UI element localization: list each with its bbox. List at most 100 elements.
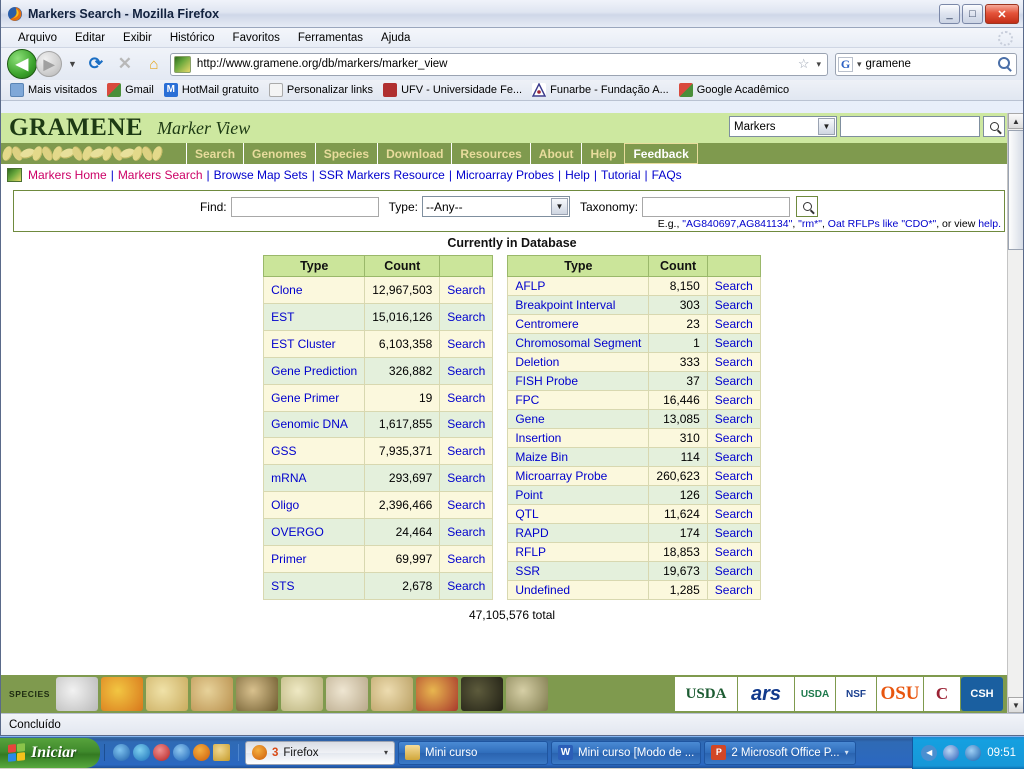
cell-action[interactable]: Search [439,329,494,358]
nav-search[interactable]: Search [186,143,243,164]
subnav-tutorial[interactable]: Tutorial [601,168,641,182]
taxonomy-input[interactable] [642,196,791,217]
scroll-up-button[interactable]: ▲ [1008,113,1023,129]
cell-action[interactable]: Search [706,390,761,410]
url-dropdown-icon[interactable]: ▾ [812,59,825,70]
cell-type[interactable]: EST [263,302,366,331]
cell-action[interactable]: Search [706,428,761,448]
cell-action[interactable]: Search [439,356,494,385]
nav-feedback[interactable]: Feedback [624,143,698,164]
type-select[interactable]: --Any-- ▼ [422,196,570,217]
cell-action[interactable]: Search [706,466,761,486]
chevron-down-icon[interactable]: ▾ [845,748,849,757]
search-link[interactable]: Search [447,498,485,512]
cell-type[interactable]: Deletion [507,352,650,372]
nav-species[interactable]: Species [314,143,377,164]
menu-historico[interactable]: Histórico [161,31,224,45]
search-link[interactable]: Search [715,469,753,483]
menu-favoritos[interactable]: Favoritos [224,31,289,45]
example-link-oat-rflps[interactable]: Oat RFLPs like "CDO*" [828,218,936,230]
realplayer-icon[interactable] [173,744,190,761]
nav-about[interactable]: About [529,143,582,164]
cell-type[interactable]: QTL [507,504,650,524]
search-link[interactable]: Search [715,279,753,293]
cell-action[interactable]: Search [706,276,761,296]
cell-type[interactable]: OVERGO [263,518,366,547]
tray-expand-icon[interactable]: ◀ [921,744,938,761]
reload-icon[interactable]: ⟳ [83,51,109,77]
search-link[interactable]: Search [715,336,753,350]
cell-action[interactable]: Search [706,504,761,524]
cell-type[interactable]: Breakpoint Interval [507,295,650,315]
cell-action[interactable]: Search [439,410,494,439]
search-link[interactable]: Search [447,337,485,351]
subnav-faqs[interactable]: FAQs [652,168,682,182]
search-link[interactable]: Search [447,364,485,378]
scroll-down-button[interactable]: ▼ [1008,697,1023,713]
chevron-down-icon[interactable]: ▼ [551,198,568,215]
chevron-down-icon[interactable]: ▼ [818,118,835,135]
site-search-input[interactable] [840,116,980,137]
media-player-icon[interactable] [153,744,170,761]
cell-action[interactable]: Search [706,485,761,505]
browser-search-bar[interactable]: G ▾ gramene [835,52,1017,76]
bookmark-gmail[interactable]: Gmail [102,82,159,98]
search-link[interactable]: Search [447,471,485,485]
url-text[interactable]: http://www.gramene.org/db/markers/marker… [194,58,795,70]
cell-type[interactable]: EST Cluster [263,329,366,358]
example-help-link[interactable]: help. [978,218,1001,230]
search-link[interactable]: Search [715,298,753,312]
messenger-icon[interactable] [965,744,982,761]
search-link[interactable]: Search [715,317,753,331]
cell-type[interactable]: Insertion [507,428,650,448]
search-link[interactable]: Search [715,393,753,407]
bookmark-funarbe[interactable]: Funarbe - Fundação A... [527,82,674,98]
menu-ajuda[interactable]: Ajuda [372,31,419,45]
search-link[interactable]: Search [447,283,485,297]
cell-action[interactable]: Search [706,409,761,429]
chevron-down-icon[interactable]: ▾ [384,748,388,757]
show-desktop-icon[interactable] [213,744,230,761]
cell-action[interactable]: Search [706,523,761,543]
page-scrollbar[interactable]: ▲ ▼ [1007,113,1023,713]
cell-type[interactable]: Genomic DNA [263,410,366,439]
subnav-markers-home[interactable]: Markers Home [28,168,107,182]
cell-action[interactable]: Search [439,383,494,412]
subnav-browse-map-sets[interactable]: Browse Map Sets [214,168,308,182]
cell-action[interactable]: Search [439,276,494,304]
cell-type[interactable]: Primer [263,545,366,573]
search-link[interactable]: Search [715,450,753,464]
cell-type[interactable]: Undefined [507,580,650,600]
google-engine-icon[interactable]: G [838,56,853,72]
search-link[interactable]: Search [447,310,485,324]
cell-type[interactable]: Point [507,485,650,505]
cell-action[interactable]: Search [439,437,494,466]
outlook-express-icon[interactable] [133,744,150,761]
subnav-ssr-markers-resource[interactable]: SSR Markers Resource [319,168,445,182]
home-icon[interactable]: ⌂ [141,51,167,77]
search-link[interactable]: Search [715,488,753,502]
search-link[interactable]: Search [715,545,753,559]
cell-action[interactable]: Search [439,518,494,547]
nav-resources[interactable]: Resources [451,143,529,164]
cell-action[interactable]: Search [706,295,761,315]
search-link[interactable]: Search [715,526,753,540]
back-button[interactable]: ◀ [7,49,37,79]
menu-ferramentas[interactable]: Ferramentas [289,31,372,45]
bookmark-google-academico[interactable]: Google Acadêmico [674,82,794,98]
search-link[interactable]: Search [447,417,485,431]
menu-editar[interactable]: Editar [66,31,114,45]
cell-action[interactable]: Search [706,333,761,353]
find-input[interactable] [230,196,379,217]
menu-arquivo[interactable]: Arquivo [9,31,66,45]
bookmark-ufv[interactable]: UFV - Universidade Fe... [378,82,527,98]
search-link[interactable]: Search [715,355,753,369]
search-link[interactable]: Search [715,374,753,388]
nav-download[interactable]: Download [377,143,451,164]
taskbar-item-word[interactable]: W Mini curso [Modo de ... [551,740,702,765]
cell-type[interactable]: RAPD [507,523,650,543]
cell-type[interactable]: Oligo [263,491,366,520]
cell-action[interactable]: Search [439,491,494,520]
search-link[interactable]: Search [715,583,753,597]
taskbar-item-powerpoint[interactable]: P 2 Microsoft Office P... ▾ [704,740,856,765]
